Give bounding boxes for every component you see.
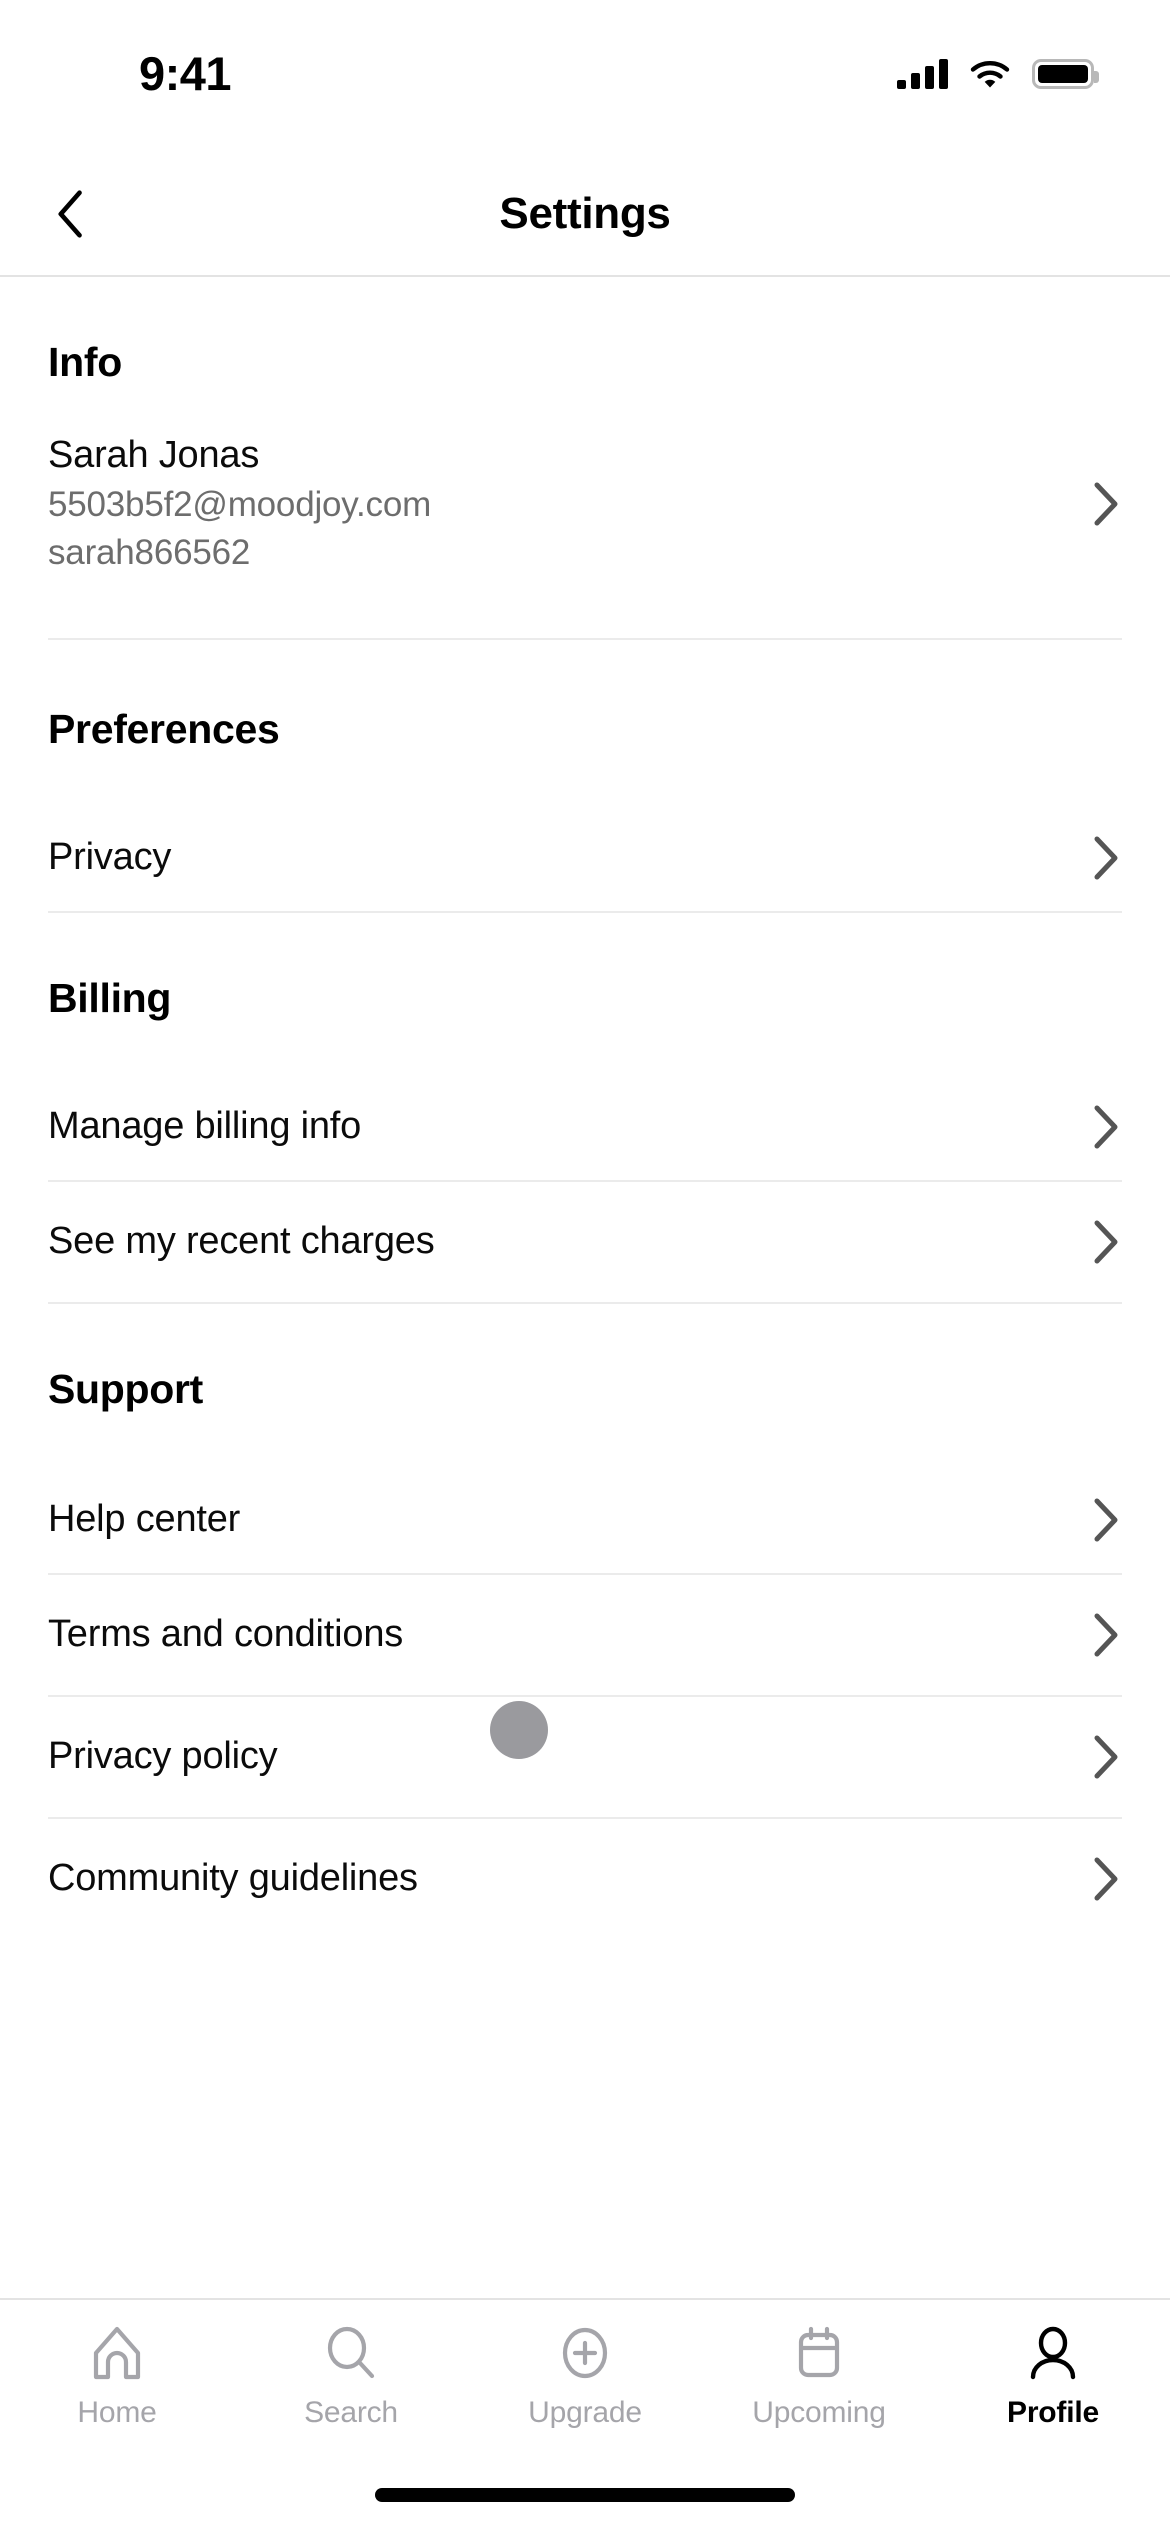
account-name: Sarah Jonas [48,434,260,476]
row-manage-billing-info[interactable]: Manage billing info [48,1074,1122,1180]
row-label: Manage billing info [48,1105,362,1148]
section-billing: Billing Manage billing info [48,913,1122,1180]
wifi-icon [970,59,1010,89]
tab-label: Search [304,2396,398,2429]
section-support-privacy: Privacy policy [48,1697,1122,1817]
section-preferences: Preferences Privacy [48,640,1122,911]
search-icon [327,2326,375,2379]
tab-label: Profile [1007,2396,1099,2429]
bottom-tab-bar: Home Search Upgrade Upcoming Profile [0,2298,1170,2458]
tab-label: Home [77,2396,157,2429]
chevron-right-icon [1094,1105,1118,1149]
account-email: 5503b5f2@moodjoy.com [48,485,432,524]
chevron-left-icon [58,189,82,238]
row-privacy-policy[interactable]: Privacy policy [48,1697,1122,1817]
section-title-billing: Billing [48,974,172,1021]
calendar-icon [798,2326,840,2378]
row-community-guidelines[interactable]: Community guidelines [48,1819,1122,1939]
section-title-info: Info [48,339,122,385]
row-label: Privacy [48,836,172,879]
home-indicator-area [0,2458,1170,2532]
section-title-support: Support [48,1365,204,1412]
section-support-community: Community guidelines [48,1819,1122,1939]
tab-search[interactable]: Search [234,2322,468,2430]
chevron-right-icon [1094,1220,1118,1264]
status-bar-time: 9:41 [139,47,232,100]
chevron-right-icon [1094,1857,1118,1901]
home-indicator[interactable] [375,2488,795,2502]
home-icon [93,2326,141,2380]
row-privacy[interactable]: Privacy [48,805,1122,911]
tab-home[interactable]: Home [0,2322,234,2430]
battery-full-icon [1032,59,1099,89]
plus-circle-icon [562,2327,608,2379]
row-label: Terms and conditions [48,1613,404,1656]
account-texts: Sarah Jonas 5503b5f2@moodjoy.com sarah86… [48,434,431,574]
section-title-preferences: Preferences [48,705,280,752]
chevron-right-icon [1094,1498,1118,1542]
person-icon [1030,2326,1076,2380]
account-username: sarah866562 [48,533,251,573]
tab-label: Upcoming [752,2396,886,2429]
chevron-right-icon [1094,1613,1118,1657]
tab-label: Upgrade [528,2396,642,2429]
section-billing-continued: See my recent charges [48,1182,1122,1302]
row-label: Privacy policy [48,1735,278,1778]
row-label: Community guidelines [48,1857,418,1900]
chevron-right-icon [1094,1735,1118,1779]
tab-profile[interactable]: Profile [936,2322,1170,2430]
navigation-bar: Settings [0,152,1170,277]
status-bar-icons [897,52,1099,96]
cellular-signal-icon [897,59,948,89]
row-see-recent-charges[interactable]: See my recent charges [48,1182,1122,1302]
row-terms-and-conditions[interactable]: Terms and conditions [48,1575,1122,1695]
section-support-terms: Terms and conditions [48,1575,1122,1695]
status-bar: 9:41 [0,0,1170,152]
cursor-dot [490,1701,548,1759]
chevron-right-icon [1094,836,1118,880]
tab-upcoming[interactable]: Upcoming [702,2322,936,2430]
row-help-center[interactable]: Help center [48,1467,1122,1573]
settings-screen: 9:41 Settings Info Sarah Jonas 5503b5f2@… [0,0,1170,2532]
back-button[interactable] [36,179,106,249]
settings-list: Info Sarah Jonas 5503b5f2@moodjoy.com sa… [0,277,1170,2298]
tab-upgrade[interactable]: Upgrade [468,2322,702,2430]
account-row[interactable]: Sarah Jonas 5503b5f2@moodjoy.com sarah86… [48,434,1122,638]
page-title: Settings [499,188,671,238]
section-support: Support Help center [48,1304,1122,1573]
row-label: See my recent charges [48,1220,435,1263]
row-label: Help center [48,1498,241,1541]
chevron-right-icon [1094,482,1118,526]
section-info: Info Sarah Jonas 5503b5f2@moodjoy.com sa… [48,277,1122,638]
